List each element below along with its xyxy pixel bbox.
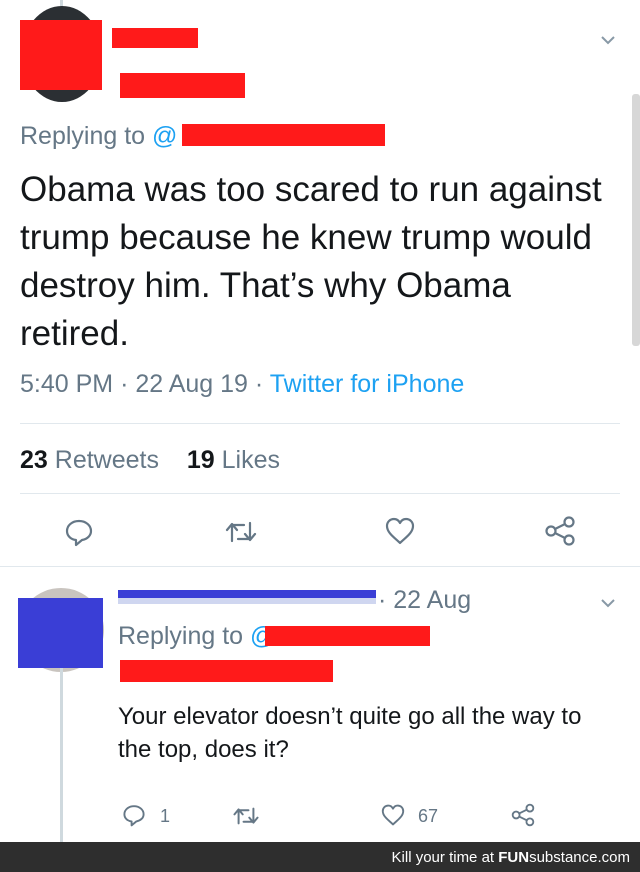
reply-date: · 22 Aug: [378, 586, 472, 614]
redacted-reply-handle: [265, 626, 430, 646]
tweet-time: 5:40 PM: [20, 370, 114, 398]
redacted-reply-handle: [182, 124, 385, 146]
redacted-username: [120, 73, 245, 98]
share-icon[interactable]: [543, 515, 577, 547]
redacted-reply-name-shadow: [118, 598, 376, 604]
tweet-timestamp: 5:40 PM · 22 Aug 19 · Twitter for iPhone: [20, 370, 465, 398]
redacted-display-name: [112, 28, 198, 48]
redacted-reply-handle-2: [120, 660, 333, 682]
scrollbar[interactable]: [632, 94, 640, 346]
chevron-down-icon[interactable]: [600, 597, 616, 609]
share-icon[interactable]: [510, 802, 536, 828]
likes-stat[interactable]: 19 Likes: [187, 446, 280, 474]
tweet-date: 22 Aug 19: [135, 370, 248, 398]
replying-label: Replying to: [20, 122, 146, 150]
watermark-text: Kill your time at FUNsubstance.com: [392, 849, 630, 866]
redacted-avatar: [20, 20, 102, 90]
retweet-icon[interactable]: [224, 519, 258, 545]
like-count: 67: [418, 806, 439, 826]
tweet-stats: 23 Retweets 19 Likes: [20, 446, 280, 475]
retweets-count: 23: [20, 446, 48, 474]
retweets-label: Retweets: [54, 446, 159, 474]
replying-handle[interactable]: @: [152, 122, 177, 150]
retweets-stat[interactable]: 23 Retweets: [20, 446, 159, 474]
divider: [20, 423, 620, 424]
likes-label: Likes: [221, 446, 281, 474]
reply-text: Your elevator doesn’t quite go all the w…: [118, 703, 582, 763]
heart-icon[interactable]: [381, 804, 405, 826]
heart-icon[interactable]: [385, 517, 415, 545]
replying-label: Replying to: [118, 622, 244, 650]
watermark-brand: FUNsubstance.com: [498, 849, 630, 866]
reply-icon[interactable]: [122, 803, 146, 827]
divider: [20, 493, 620, 494]
reply-replying-to: Replying to @: [118, 622, 275, 651]
chevron-down-icon[interactable]: [600, 34, 616, 46]
redacted-reply-avatar: [18, 598, 103, 668]
reply-icon[interactable]: [64, 517, 94, 547]
likes-count: 19: [186, 446, 215, 474]
divider: [0, 566, 640, 567]
tweet-source[interactable]: Twitter for iPhone: [270, 370, 465, 398]
tweet-text: Obama was too scared to run against trum…: [20, 170, 602, 353]
retweet-icon[interactable]: [232, 805, 260, 827]
replying-to: Replying to @: [20, 122, 177, 151]
reply-count: 1: [160, 806, 171, 826]
thread-line: [60, 668, 63, 843]
watermark-prefix: Kill your time at: [391, 849, 495, 866]
